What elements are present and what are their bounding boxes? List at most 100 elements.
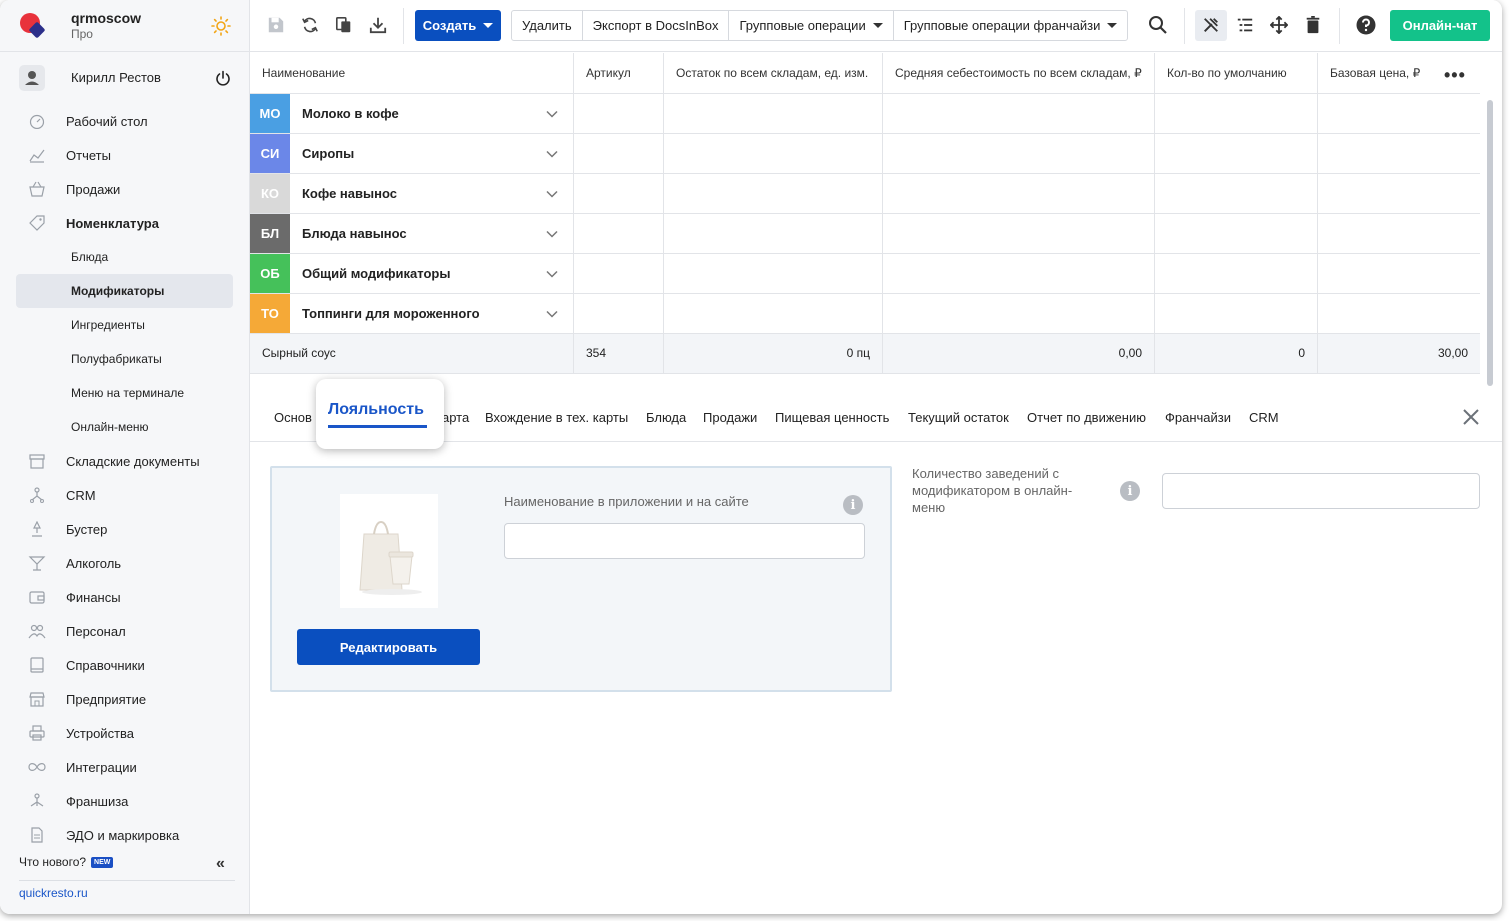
chevron-down-icon[interactable] (546, 228, 558, 240)
sidebar-subitem-semifinished[interactable]: Полуфабрикаты (0, 342, 249, 376)
online-chat-button[interactable]: Онлайн-чат (1390, 10, 1490, 41)
tab-franchisee[interactable]: Франчайзи (1165, 410, 1231, 425)
franchise-operations-button[interactable]: Групповые операции франчайзи (894, 11, 1128, 40)
online-menu-count-input[interactable] (1162, 473, 1480, 509)
copy-icon[interactable] (333, 14, 355, 36)
sidebar-item-nomenclature[interactable]: Номенклатура (0, 206, 249, 240)
tab-nutrition[interactable]: Пищевая ценность (775, 410, 889, 425)
export-docsinbox-button[interactable]: Экспорт в DocsInBox (583, 11, 730, 40)
tab-in-tech-cards[interactable]: Вхождение в тех. карты (485, 410, 628, 425)
table-row-selected[interactable]: Сырный соус 354 0 пц 0,00 0 30,00 (250, 334, 1480, 374)
sidebar-item-reports[interactable]: Отчеты (0, 138, 249, 172)
whats-new-link[interactable]: Что нового? NEW (19, 855, 114, 869)
save-icon[interactable] (265, 14, 287, 36)
chevron-down-icon[interactable] (546, 148, 558, 160)
sidebar-item-enterprise[interactable]: Предприятие (0, 682, 249, 716)
sidebar-subitem-terminal-menu[interactable]: Меню на терминале (0, 376, 249, 410)
crm-icon (30, 487, 44, 503)
table-group-row[interactable]: КО Кофе навынос (250, 174, 1480, 214)
sidebar-subitem-label: Блюда (71, 250, 109, 264)
sidebar-item-staff[interactable]: Персонал (0, 614, 249, 648)
table-cell (664, 134, 883, 174)
tab-active-underline (328, 425, 427, 428)
brand-header[interactable]: qrmoscow Про (0, 0, 249, 52)
info-icon[interactable]: i (843, 495, 863, 515)
list-view-icon[interactable] (1234, 14, 1256, 36)
document-icon (31, 827, 43, 843)
sidebar-item-edo[interactable]: ЭДО и маркировка (0, 818, 249, 852)
table-group-row[interactable]: ОБ Общий модификаторы (250, 254, 1480, 294)
sidebar-divider (19, 880, 235, 881)
booster-icon (32, 521, 42, 537)
tools-icon[interactable] (1200, 14, 1222, 36)
site-link[interactable]: quickresto.ru (19, 886, 88, 900)
info-icon[interactable]: i (1120, 481, 1140, 501)
user-name: Кирилл Рестов (71, 70, 161, 85)
sidebar-item-alcohol[interactable]: Алкоголь (0, 546, 249, 580)
caret-down-icon (483, 23, 494, 28)
tab-sales[interactable]: Продажи (703, 410, 757, 425)
sidebar-item-dashboard[interactable]: Рабочий стол (0, 104, 249, 138)
logout-power-icon[interactable] (215, 70, 231, 86)
table-group-row[interactable]: ТО Топпинги для мороженного (250, 294, 1480, 334)
sidebar-item-booster[interactable]: Бустер (0, 512, 249, 546)
column-header-name[interactable]: Наименование (250, 53, 574, 94)
table-group-row[interactable]: БЛ Блюда навынос (250, 214, 1480, 254)
table-cell (574, 174, 664, 214)
chevron-down-icon[interactable] (546, 308, 558, 320)
tab-loyalty-active[interactable]: Лояльность (316, 379, 444, 449)
sidebar-subitem-modifiers[interactable]: Модификаторы (16, 274, 233, 308)
chevron-down-icon[interactable] (546, 268, 558, 280)
table-scrollbar[interactable] (1487, 100, 1493, 386)
cell-name: Сырный соус (250, 334, 574, 374)
table-group-row[interactable]: МО Молоко в кофе (250, 94, 1480, 134)
table-cell (1155, 294, 1318, 334)
column-header-stock[interactable]: Остаток по всем складам, ед. изм. (664, 53, 883, 94)
collapse-sidebar-icon[interactable]: « (216, 855, 225, 873)
sidebar-item-integrations[interactable]: Интеграции (0, 750, 249, 784)
tab-main[interactable]: Основ (274, 410, 312, 425)
franchise-operations-label: Групповые операции франчайзи (903, 18, 1101, 33)
sidebar-item-franchise[interactable]: Франшиза (0, 784, 249, 818)
tab-crm[interactable]: CRM (1249, 410, 1279, 425)
app-name-input[interactable] (504, 523, 865, 559)
refresh-icon[interactable] (299, 14, 321, 36)
delete-button[interactable]: Удалить (512, 11, 583, 40)
sidebar-item-label: Справочники (66, 657, 145, 673)
move-icon[interactable] (1268, 14, 1290, 36)
group-operations-button[interactable]: Групповые операции (729, 11, 894, 40)
sidebar-item-finance[interactable]: Финансы (0, 580, 249, 614)
search-icon[interactable] (1147, 14, 1169, 36)
column-header-article[interactable]: Артикул (574, 53, 664, 94)
sidebar-item-warehouse-docs[interactable]: Складские документы (0, 444, 249, 478)
cell-group-name: СИ Сиропы (250, 134, 574, 174)
sidebar-item-devices[interactable]: Устройства (0, 716, 249, 750)
sidebar-item-label: CRM (66, 487, 96, 503)
create-button[interactable]: Создать (415, 10, 501, 41)
sidebar-item-crm[interactable]: CRM (0, 478, 249, 512)
sidebar-subitem-ingredients[interactable]: Ингредиенты (0, 308, 249, 342)
sidebar-subitem-online-menu[interactable]: Онлайн-меню (0, 410, 249, 444)
user-row[interactable]: Кирилл Рестов (0, 52, 249, 102)
column-header-cost[interactable]: Средняя себестоимость по всем складам, ₽ (883, 53, 1155, 94)
help-icon[interactable] (1355, 14, 1377, 36)
close-icon[interactable] (1462, 408, 1480, 426)
sidebar-item-sales[interactable]: Продажи (0, 172, 249, 206)
edit-button[interactable]: Редактировать (297, 629, 480, 665)
chevron-down-icon[interactable] (546, 108, 558, 120)
theme-sun-icon[interactable] (211, 16, 231, 36)
sidebar-subitem-dishes[interactable]: Блюда (0, 240, 249, 274)
tab-movement-report[interactable]: Отчет по движению (1027, 410, 1146, 425)
tab-current-stock[interactable]: Текущий остаток (908, 410, 1009, 425)
download-icon[interactable] (367, 14, 389, 36)
table-group-row[interactable]: СИ Сиропы (250, 134, 1480, 174)
more-options-icon[interactable]: ••• (1444, 65, 1466, 86)
table-cell (1318, 174, 1480, 214)
trash-icon[interactable] (1302, 14, 1324, 36)
tab-tech-card[interactable]: арта (442, 410, 469, 425)
table-cell (1155, 214, 1318, 254)
tab-dishes[interactable]: Блюда (646, 410, 686, 425)
sidebar-item-directories[interactable]: Справочники (0, 648, 249, 682)
column-header-default-qty[interactable]: Кол-во по умолчанию (1155, 53, 1318, 94)
chevron-down-icon[interactable] (546, 188, 558, 200)
